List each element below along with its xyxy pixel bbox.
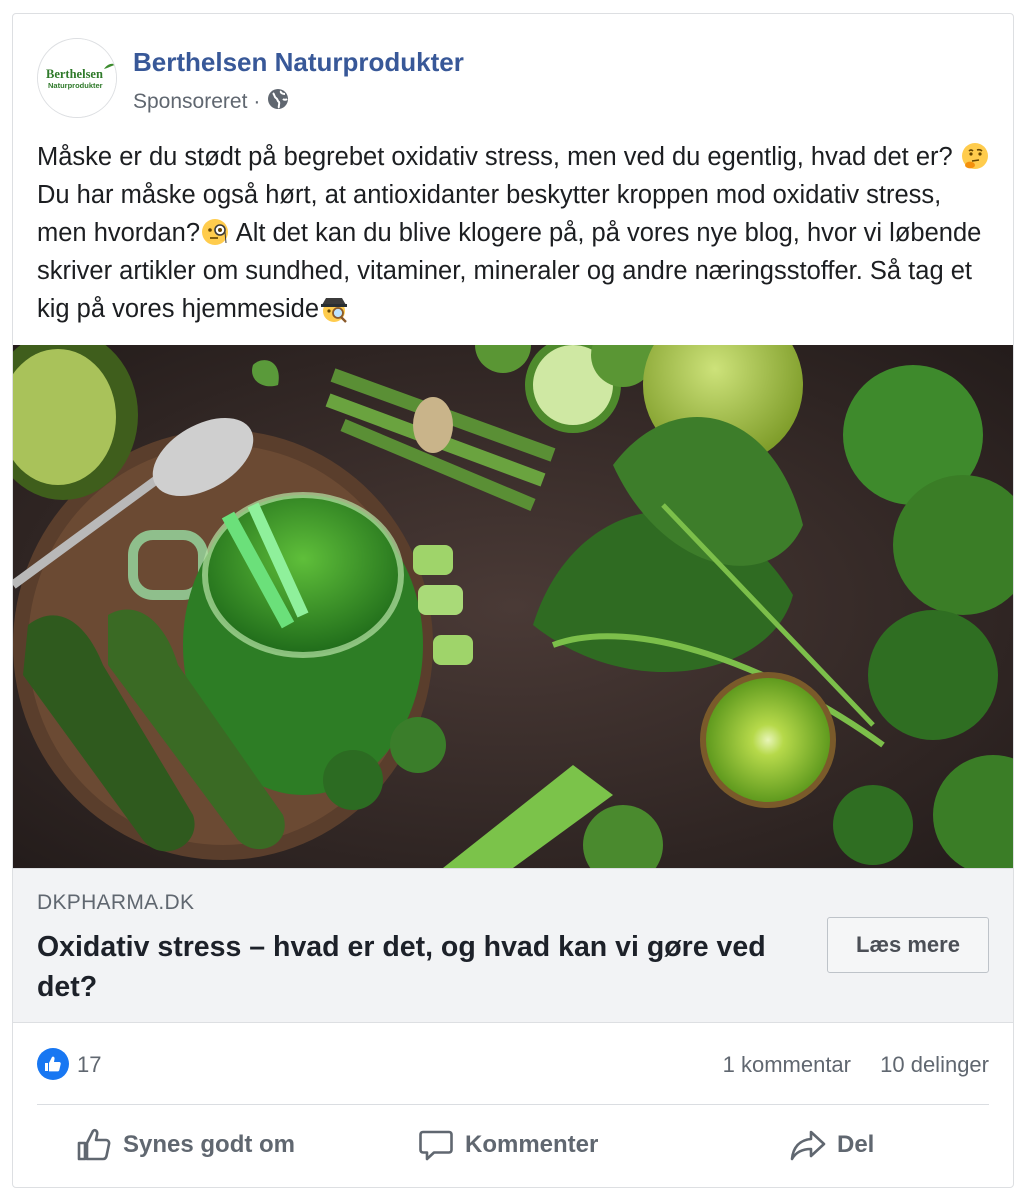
- post-actions: Synes godt om Kommenter Del: [37, 1114, 989, 1176]
- share-button[interactable]: Del: [789, 1114, 874, 1176]
- link-domain: DKPHARMA.DK: [37, 891, 195, 914]
- green-food-photo: [13, 345, 1013, 868]
- like-reaction-icon[interactable]: [37, 1048, 69, 1080]
- link-title[interactable]: Oxidativ stress – hvad er det, og hvad k…: [37, 927, 797, 1007]
- comment-bubble-icon: [419, 1130, 453, 1161]
- share-count[interactable]: 10 delinger: [880, 1052, 989, 1078]
- like-button-label: Synes godt om: [123, 1131, 296, 1158]
- like-button[interactable]: Synes godt om: [75, 1114, 295, 1176]
- sponsored-label[interactable]: Sponsoreret: [133, 90, 247, 114]
- detective-icon: [321, 298, 348, 323]
- post-message: Måske er du stødt på begrebet oxidativ s…: [37, 138, 997, 328]
- comment-button[interactable]: Kommenter: [417, 1114, 598, 1176]
- share-button-label: Del: [837, 1131, 875, 1158]
- meta-separator: ·: [253, 90, 261, 113]
- globe-icon: [266, 87, 290, 117]
- comment-count[interactable]: 1 kommentar: [723, 1052, 851, 1078]
- like-count[interactable]: 17: [77, 1052, 101, 1078]
- brand-logo: Berthelsen Naturprodukter: [38, 39, 116, 117]
- actions-divider: [37, 1104, 989, 1105]
- comment-button-label: Kommenter: [465, 1131, 599, 1158]
- engagement-stats: 17 1 kommentar 10 delinger: [37, 1044, 989, 1084]
- post-text-part-1: Måske er du stødt på begrebet oxidativ s…: [37, 143, 960, 171]
- page-avatar[interactable]: Berthelsen Naturprodukter: [37, 38, 117, 118]
- read-more-button[interactable]: Læs mere: [827, 917, 989, 973]
- svg-text:Naturprodukter: Naturprodukter: [48, 81, 103, 90]
- thinking-face-icon: [961, 143, 988, 169]
- thumbs-up-icon: [77, 1128, 111, 1161]
- post-image[interactable]: [13, 345, 1013, 868]
- svg-text:Berthelsen: Berthelsen: [46, 67, 103, 81]
- sponsored-post-card: Berthelsen Naturprodukter Berthelsen Nat…: [12, 13, 1014, 1188]
- link-preview[interactable]: DKPHARMA.DK Oxidativ stress – hvad er de…: [13, 868, 1013, 1023]
- monocle-face-icon: [202, 219, 229, 245]
- share-arrow-icon: [790, 1130, 826, 1161]
- post-header: Berthelsen Naturprodukter Berthelsen Nat…: [13, 14, 1013, 134]
- page-name-link[interactable]: Berthelsen Naturprodukter: [133, 47, 464, 78]
- post-meta: Sponsoreret ·: [133, 87, 290, 117]
